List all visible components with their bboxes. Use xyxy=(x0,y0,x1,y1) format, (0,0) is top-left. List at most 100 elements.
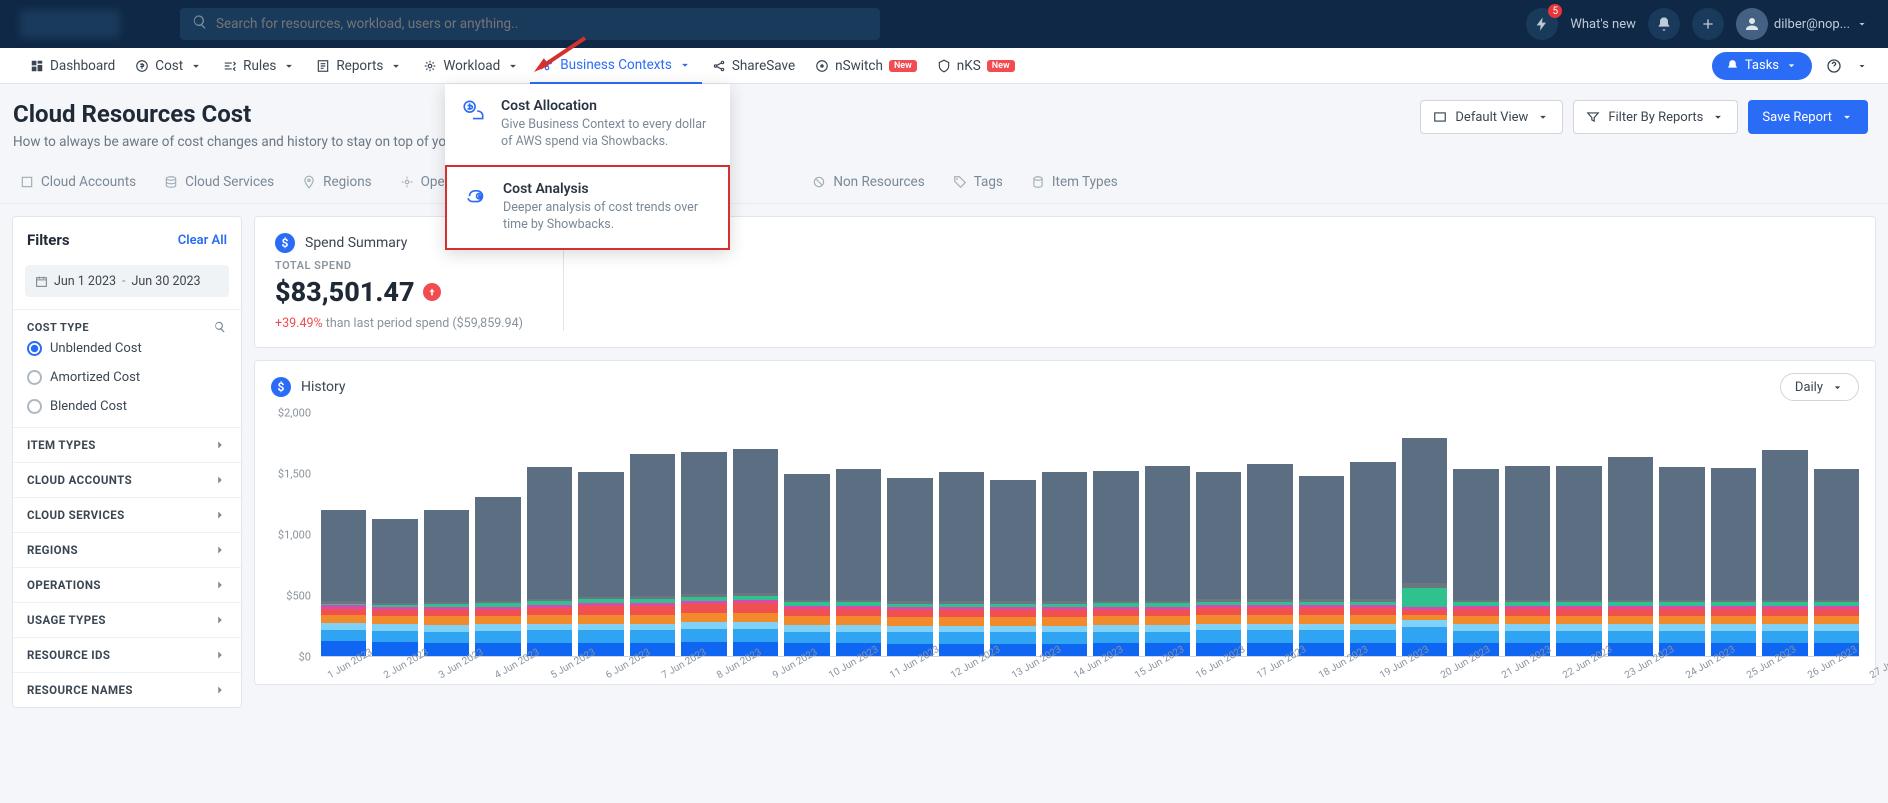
dropdown-item-title: Cost Analysis xyxy=(503,181,712,197)
date-to: Jun 30 2023 xyxy=(132,274,201,289)
bar[interactable] xyxy=(1711,468,1756,656)
search-container[interactable] xyxy=(180,8,880,40)
search-small-icon[interactable] xyxy=(213,320,227,334)
notifications-button[interactable] xyxy=(1648,8,1680,40)
bar[interactable] xyxy=(939,472,984,656)
bar[interactable] xyxy=(1505,466,1550,656)
page-title: Cloud Resources Cost xyxy=(13,100,489,128)
clear-all-link[interactable]: Clear All xyxy=(178,233,227,248)
default-view-button[interactable]: Default View xyxy=(1420,100,1563,134)
filters-title: Filters xyxy=(27,231,70,249)
dropdown-cost-allocation[interactable]: Cost AllocationGive Business Context to … xyxy=(445,84,730,165)
nav-bar: Dashboard Cost Rules Reports Workload Bu… xyxy=(0,48,1888,84)
bar[interactable] xyxy=(1556,466,1601,656)
history-chart: $0$500$1,000$1,500$2,000 1 Jun 20232 Jun… xyxy=(255,413,1875,684)
new-badge: New xyxy=(889,60,917,72)
bar[interactable] xyxy=(1145,466,1190,656)
tab-non-resources[interactable]: Non Resources xyxy=(812,174,924,190)
tab-item-types[interactable]: Item Types xyxy=(1031,174,1118,190)
tab-cloud-accounts[interactable]: Cloud Accounts xyxy=(20,174,136,190)
chevron-down-icon[interactable] xyxy=(1856,60,1868,72)
main-panel: $Spend Summary TOTAL SPEND $83,501.47 +3… xyxy=(254,216,1876,708)
bar[interactable] xyxy=(1042,472,1087,656)
search-input[interactable] xyxy=(216,16,868,32)
page-subtitle: How to always be aware of cost changes a… xyxy=(13,134,489,150)
y-tick: $2,000 xyxy=(278,407,311,420)
app-logo[interactable] xyxy=(20,10,120,38)
bar[interactable] xyxy=(1350,462,1395,656)
bar[interactable] xyxy=(990,480,1035,656)
nav-sharesave[interactable]: ShareSave xyxy=(702,48,805,84)
bar[interactable] xyxy=(733,449,778,656)
y-tick: $1,500 xyxy=(278,468,311,481)
bar[interactable] xyxy=(1608,457,1653,656)
tab-tags[interactable]: Tags xyxy=(953,174,1003,190)
tab-regions[interactable]: Regions xyxy=(302,174,371,190)
filter-by-reports-button[interactable]: Filter By Reports xyxy=(1573,100,1738,134)
bar[interactable] xyxy=(1659,467,1704,656)
spend-summary-title: Spend Summary xyxy=(305,235,407,251)
filter-accordion[interactable]: OPERATIONS xyxy=(13,567,241,602)
bar[interactable] xyxy=(784,474,829,656)
bar[interactable] xyxy=(887,478,932,656)
filters-sidebar: Filters Clear All Jun 1 2023 - Jun 30 20… xyxy=(12,216,242,708)
add-button[interactable] xyxy=(1692,8,1724,40)
filter-accordion[interactable]: CLOUD ACCOUNTS xyxy=(13,462,241,497)
filter-accordion[interactable]: RESOURCE IDS xyxy=(13,637,241,672)
bar[interactable] xyxy=(372,519,417,656)
granularity-button[interactable]: Daily xyxy=(1780,373,1859,401)
radio-amortized[interactable]: Amortized Cost xyxy=(27,363,227,392)
bar[interactable] xyxy=(1093,471,1138,656)
dropdown-item-title: Cost Allocation xyxy=(501,98,714,114)
y-tick: $1,000 xyxy=(278,529,311,542)
nav-workload[interactable]: Workload xyxy=(413,48,530,84)
bar[interactable] xyxy=(424,510,469,656)
bar[interactable] xyxy=(1814,469,1859,656)
filter-accordion[interactable]: USAGE TYPES xyxy=(13,602,241,637)
help-button[interactable] xyxy=(1822,54,1846,78)
radio-unblended[interactable]: Unblended Cost xyxy=(27,334,227,363)
whats-new-button[interactable]: 5 xyxy=(1526,8,1558,40)
filter-accordion[interactable]: ITEM TYPES xyxy=(13,427,241,462)
save-report-button[interactable]: Save Report xyxy=(1748,100,1868,134)
bar[interactable] xyxy=(630,454,675,656)
radio-blended[interactable]: Blended Cost xyxy=(27,392,227,421)
bar[interactable] xyxy=(1196,472,1241,656)
bar[interactable] xyxy=(836,469,881,656)
y-tick: $500 xyxy=(286,590,311,603)
topbar-right: 5 What's new dilber@nop... xyxy=(1526,8,1868,40)
bar[interactable] xyxy=(578,472,623,656)
dropdown-cost-analysis[interactable]: Cost AnalysisDeeper analysis of cost tre… xyxy=(445,165,730,250)
whats-new-label[interactable]: What's new xyxy=(1570,17,1636,32)
bar[interactable] xyxy=(321,510,366,656)
bar[interactable] xyxy=(1762,450,1807,656)
bar[interactable] xyxy=(681,452,726,656)
date-range-picker[interactable]: Jun 1 2023 - Jun 30 2023 xyxy=(25,265,229,297)
user-menu[interactable]: dilber@nop... xyxy=(1736,8,1868,40)
bar[interactable] xyxy=(1247,464,1292,656)
filter-accordion[interactable]: REGIONS xyxy=(13,532,241,567)
nav-rules[interactable]: Rules xyxy=(213,48,306,84)
dollar-icon: $ xyxy=(271,377,291,397)
nav-cost[interactable]: Cost xyxy=(125,48,213,84)
nav-nswitch[interactable]: nSwitchNew xyxy=(805,48,927,84)
spend-change-rest: than last period spend ($59,859.94) xyxy=(323,316,523,331)
bar[interactable] xyxy=(475,497,520,656)
spend-change-pct: +39.49% xyxy=(275,316,323,331)
filter-accordion[interactable]: RESOURCE NAMES xyxy=(13,672,241,707)
nav-dashboard[interactable]: Dashboard xyxy=(20,48,125,84)
tasks-button[interactable]: Tasks xyxy=(1712,52,1812,80)
tab-cloud-services[interactable]: Cloud Services xyxy=(164,174,274,190)
bar[interactable] xyxy=(1299,476,1344,657)
dollar-icon: $ xyxy=(275,233,295,253)
page-header: Cloud Resources Cost How to always be aw… xyxy=(0,84,1888,160)
x-label: 27 Jun 2023 xyxy=(1863,635,1888,681)
nav-business-contexts[interactable]: Business Contexts xyxy=(530,48,702,84)
bar[interactable] xyxy=(1402,438,1447,656)
nav-nks[interactable]: nKSNew xyxy=(927,48,1025,84)
bar[interactable] xyxy=(527,467,572,656)
filter-accordion[interactable]: CLOUD SERVICES xyxy=(13,497,241,532)
cost-type-label: COST TYPE xyxy=(27,321,89,334)
bar[interactable] xyxy=(1453,469,1498,656)
nav-reports[interactable]: Reports xyxy=(306,48,413,84)
